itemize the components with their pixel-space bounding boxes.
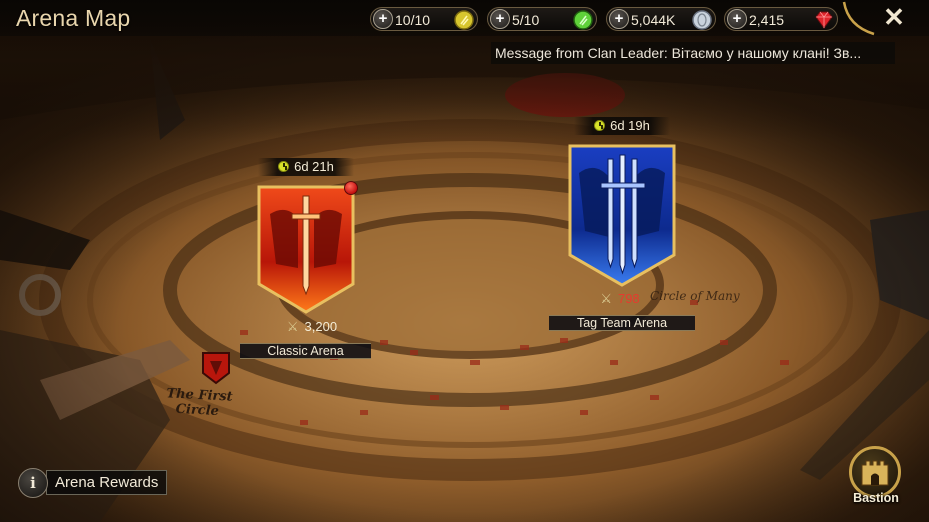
- classic-arena-banner[interactable]: [256, 184, 356, 316]
- gems-value: 2,415: [749, 12, 785, 28]
- silver-value: 5,044K: [631, 12, 676, 28]
- castle-icon: [861, 460, 889, 486]
- first-circle-map-label: The First Circle: [165, 386, 233, 419]
- corner-ornament-icon: [842, 1, 875, 36]
- add-silver-button[interactable]: +: [609, 9, 629, 29]
- arena-tokens-value: 5/10: [512, 12, 540, 28]
- arena-map-background: Circle of Many: [0, 0, 929, 522]
- resource-arena-tokens[interactable]: + 5/10: [487, 7, 597, 31]
- arena-rewards-button[interactable]: Arena Rewards i: [18, 468, 178, 498]
- energy-value: 10/10: [395, 12, 431, 28]
- bastion-label: Bastion: [853, 491, 899, 505]
- classic-arena-score: ⚔ 3,200: [272, 318, 352, 336]
- silver-coin-icon: [692, 10, 712, 30]
- classic-arena-score-value: 3,200: [304, 319, 338, 334]
- add-energy-button[interactable]: +: [373, 9, 393, 29]
- crossed-swords-icon: ⚔: [600, 291, 612, 306]
- tag-team-arena-score: ⚔ 798: [590, 290, 650, 308]
- map-artwork: Circle of Many: [0, 40, 929, 522]
- tag-team-arena-score-value: 798: [617, 291, 640, 306]
- first-circle-shield-icon[interactable]: [201, 351, 231, 385]
- clock-icon: [594, 120, 606, 131]
- add-gems-button[interactable]: +: [727, 9, 747, 29]
- classic-arena-label[interactable]: Classic Arena: [240, 343, 371, 359]
- circle-of-many-label: Circle of Many: [650, 289, 740, 303]
- page-title: Arena Map: [16, 5, 131, 31]
- tag-team-arena-label[interactable]: Tag Team Arena: [549, 315, 695, 331]
- classic-arena-timer: 6d 21h: [258, 158, 354, 176]
- arena-rewards-label: Arena Rewards: [46, 470, 168, 495]
- ruby-gem-icon: [815, 11, 833, 29]
- resource-gems[interactable]: + 2,415: [724, 7, 838, 31]
- clock-icon: [278, 161, 290, 172]
- gold-energy-icon: [454, 10, 474, 30]
- green-token-icon: [573, 10, 593, 30]
- top-bar: Arena Map + 10/10 + 5/10 + 5,044K + 2,41…: [0, 0, 929, 36]
- resource-silver[interactable]: + 5,044K: [606, 7, 716, 31]
- clan-message-ticker[interactable]: Message from Clan Leader: Вітаємо у нашо…: [491, 42, 895, 64]
- info-icon[interactable]: i: [18, 468, 48, 498]
- resource-energy[interactable]: + 10/10: [370, 7, 478, 31]
- tag-team-arena-banner[interactable]: [567, 143, 677, 289]
- classic-arena-timer-text: 6d 21h: [294, 159, 334, 174]
- tag-team-arena-timer-text: 6d 19h: [610, 118, 650, 133]
- add-arena-tokens-button[interactable]: +: [490, 9, 510, 29]
- close-button[interactable]: ✕: [881, 3, 907, 31]
- tag-team-arena-timer: 6d 19h: [574, 117, 670, 135]
- classic-arena-notification-badge: [344, 181, 358, 195]
- crossed-swords-icon: ⚔: [286, 319, 299, 334]
- bastion-button[interactable]: Bastion: [846, 446, 906, 510]
